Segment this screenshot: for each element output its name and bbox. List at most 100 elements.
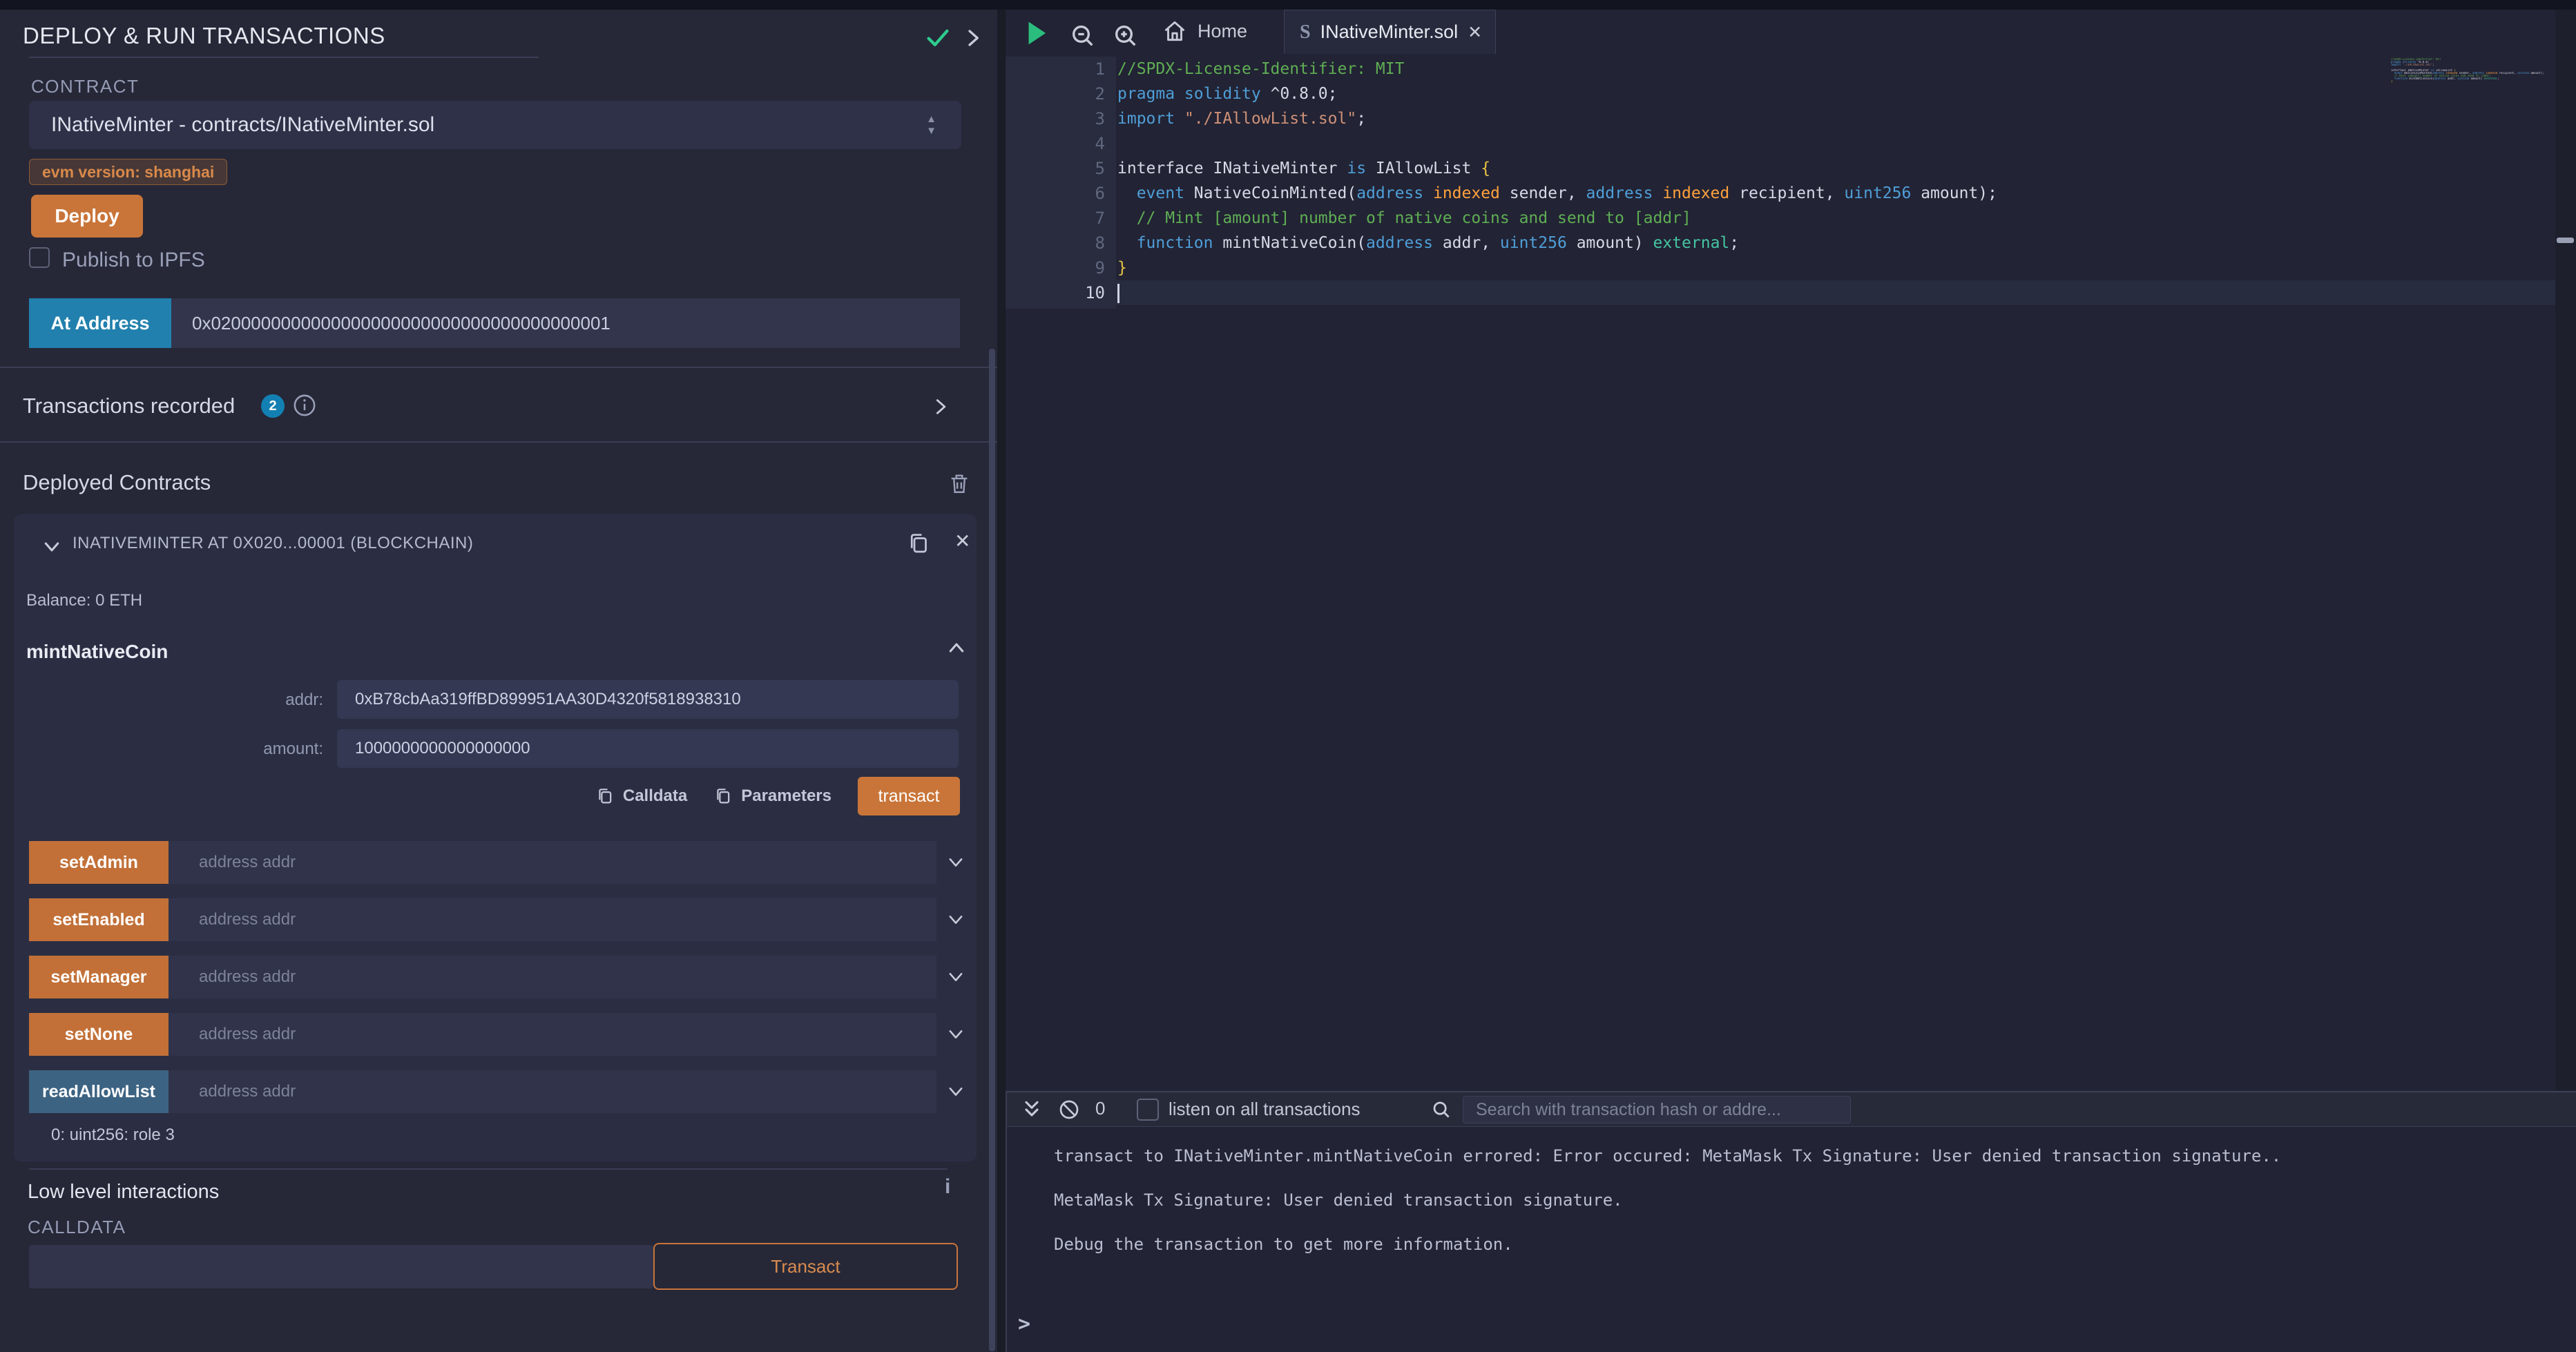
clear-console-icon[interactable] (1058, 1099, 1080, 1121)
setEnabled-button[interactable]: setEnabled (29, 898, 169, 941)
readAllowList-expand-icon[interactable] (936, 1070, 975, 1113)
parameters-copy-button[interactable]: Parameters (713, 785, 832, 807)
low-level-info-icon[interactable]: i (945, 1175, 950, 1199)
instance-balance: Balance: 0 ETH (26, 591, 142, 610)
code-line-9: } (1117, 255, 1997, 280)
copy-address-icon[interactable] (906, 530, 931, 557)
code-line-6: event NativeCoinMinted(address indexed s… (1117, 181, 1997, 206)
low-level-transact-button[interactable]: Transact (653, 1243, 958, 1290)
at-address-button[interactable]: At Address (29, 298, 171, 348)
divider (0, 367, 997, 368)
panel-scrollbar[interactable] (989, 349, 995, 1351)
parameters-label: Parameters (741, 786, 832, 806)
setManager-input[interactable]: address addr (169, 956, 936, 998)
transact-button[interactable]: transact (858, 777, 960, 815)
line-number: 4 (1006, 131, 1105, 156)
mint-collapse-icon[interactable] (945, 637, 968, 658)
setEnabled-expand-icon[interactable] (936, 898, 975, 941)
terminal-logs: transact to INativeMinter.mintNativeCoin… (1054, 1134, 2281, 1266)
readAllowList-button[interactable]: readAllowList (29, 1070, 169, 1113)
mint-action-row: Calldata Parameters transact (14, 777, 960, 815)
calldata-copy-button[interactable]: Calldata (595, 785, 687, 807)
compile-success-check-icon (924, 23, 952, 51)
setAdmin-input[interactable]: address addr (169, 841, 936, 884)
low-level-calldata-input[interactable] (29, 1245, 653, 1288)
setNone-expand-icon[interactable] (936, 1013, 975, 1056)
setAdmin-button[interactable]: setAdmin (29, 841, 169, 884)
publish-ipfs-label: Publish to IPFS (62, 249, 205, 272)
tab-inativeminter-sol[interactable]: S INativeMinter.sol ✕ (1284, 10, 1496, 54)
line-number: 10 (1006, 280, 1105, 305)
line-number: 1 (1006, 57, 1105, 81)
amount-field-input[interactable]: 1000000000000000000 (337, 729, 959, 768)
addr-field-input[interactable]: 0xB78cbAa319ffBD899951AA30D4320f58189383… (337, 680, 959, 719)
publish-ipfs-checkbox[interactable] (29, 247, 50, 268)
readAllowList-input[interactable]: address addr (169, 1070, 936, 1113)
setManager-expand-icon[interactable] (936, 956, 975, 998)
instance-collapse-icon[interactable] (40, 537, 64, 557)
function-list: setAdminaddress addrsetEnabledaddress ad… (29, 841, 961, 1128)
home-tab-label: Home (1198, 21, 1247, 42)
terminal-search-input[interactable]: Search with transaction hash or addre... (1463, 1096, 1851, 1123)
code-line-2: pragma solidity ^0.8.0; (1117, 81, 1997, 106)
deploy-button[interactable]: Deploy (31, 195, 143, 238)
transactions-info-icon[interactable] (293, 394, 316, 417)
panel-expand-icon[interactable] (963, 26, 983, 50)
function-row-setManager: setManageraddress addr (29, 956, 961, 998)
terminal-collapse-icon[interactable] (1021, 1099, 1043, 1121)
contract-label: CONTRACT (31, 76, 139, 97)
line-number: 9 (1006, 255, 1105, 280)
tab-close-icon[interactable]: ✕ (1468, 22, 1482, 43)
terminal-panel: 0 listen on all transactions Search with… (1006, 1091, 2576, 1352)
at-address-value: 0x02000000000000000000000000000000000000… (192, 313, 611, 334)
tab-home[interactable]: Home (1162, 18, 1247, 44)
read-allowlist-output: 0: uint256: role 3 (51, 1126, 175, 1145)
divider (29, 1168, 948, 1170)
listen-all-label: listen on all transactions (1169, 1099, 1360, 1120)
deploy-run-panel: DEPLOY & RUN TRANSACTIONS CONTRACT INati… (0, 10, 997, 1352)
line-number: 2 (1006, 81, 1105, 106)
setNone-input[interactable]: address addr (169, 1013, 936, 1056)
contract-select[interactable]: INativeMinter - contracts/INativeMinter.… (29, 101, 961, 149)
listen-all-checkbox[interactable] (1137, 1099, 1159, 1121)
editor-tabbar: Home S INativeMinter.sol ✕ (1006, 10, 2576, 54)
editor-scroll-marker[interactable] (2557, 238, 2574, 243)
panel-divider[interactable] (997, 10, 1006, 1352)
contract-instance-card: INATIVEMINTER AT 0X020...00001 (BLOCKCHA… (14, 514, 977, 1161)
copy-icon (595, 785, 615, 807)
transactions-expand-icon[interactable] (931, 396, 950, 417)
terminal-search-icon (1431, 1099, 1452, 1120)
terminal-log-line: transact to INativeMinter.mintNativeCoin… (1054, 1134, 2281, 1178)
window-top-strip (0, 0, 2576, 10)
minimap-line (2391, 83, 2555, 86)
setAdmin-expand-icon[interactable] (936, 841, 975, 884)
editor-scrollbar-track[interactable] (2555, 10, 2576, 1091)
terminal-log-line: MetaMask Tx Signature: User denied trans… (1054, 1178, 2281, 1222)
divider (0, 441, 997, 443)
instance-title: INATIVEMINTER AT 0X020...00001 (BLOCKCHA… (73, 534, 473, 553)
code-line-7: // Mint [amount] number of native coins … (1117, 206, 1997, 231)
terminal-prompt[interactable]: > (1018, 1312, 1030, 1336)
run-script-play-icon[interactable] (1025, 21, 1048, 46)
text-cursor (1117, 284, 1119, 303)
minimap[interactable]: //SPDX-License-Identifier: MITpragma sol… (2391, 58, 2555, 86)
instance-close-icon[interactable]: ✕ (954, 530, 970, 552)
setManager-button[interactable]: setManager (29, 956, 169, 998)
clear-instances-trash-icon[interactable] (948, 471, 971, 496)
mint-function-name: mintNativeCoin (26, 641, 168, 663)
copy-icon (713, 785, 733, 807)
at-address-input[interactable]: 0x02000000000000000000000000000000000000… (171, 298, 960, 348)
amount-field-value: 1000000000000000000 (355, 739, 530, 758)
setNone-button[interactable]: setNone (29, 1013, 169, 1056)
line-numbers: 12345678910 (1006, 57, 1105, 305)
terminal-toolbar: 0 listen on all transactions Search with… (1007, 1092, 2576, 1127)
transactions-recorded-label: Transactions recorded (23, 394, 235, 418)
zoom-in-icon[interactable] (1112, 22, 1140, 50)
zoom-out-icon[interactable] (1069, 22, 1097, 50)
code-lines[interactable]: //SPDX-License-Identifier: MITpragma sol… (1117, 57, 1997, 305)
code-line-3: import "./IAllowList.sol"; (1117, 106, 1997, 131)
terminal-search-placeholder: Search with transaction hash or addre... (1476, 1100, 1781, 1120)
function-row-setNone: setNoneaddress addr (29, 1013, 961, 1056)
setEnabled-input[interactable]: address addr (169, 898, 936, 941)
solidity-file-icon: S (1300, 21, 1311, 44)
